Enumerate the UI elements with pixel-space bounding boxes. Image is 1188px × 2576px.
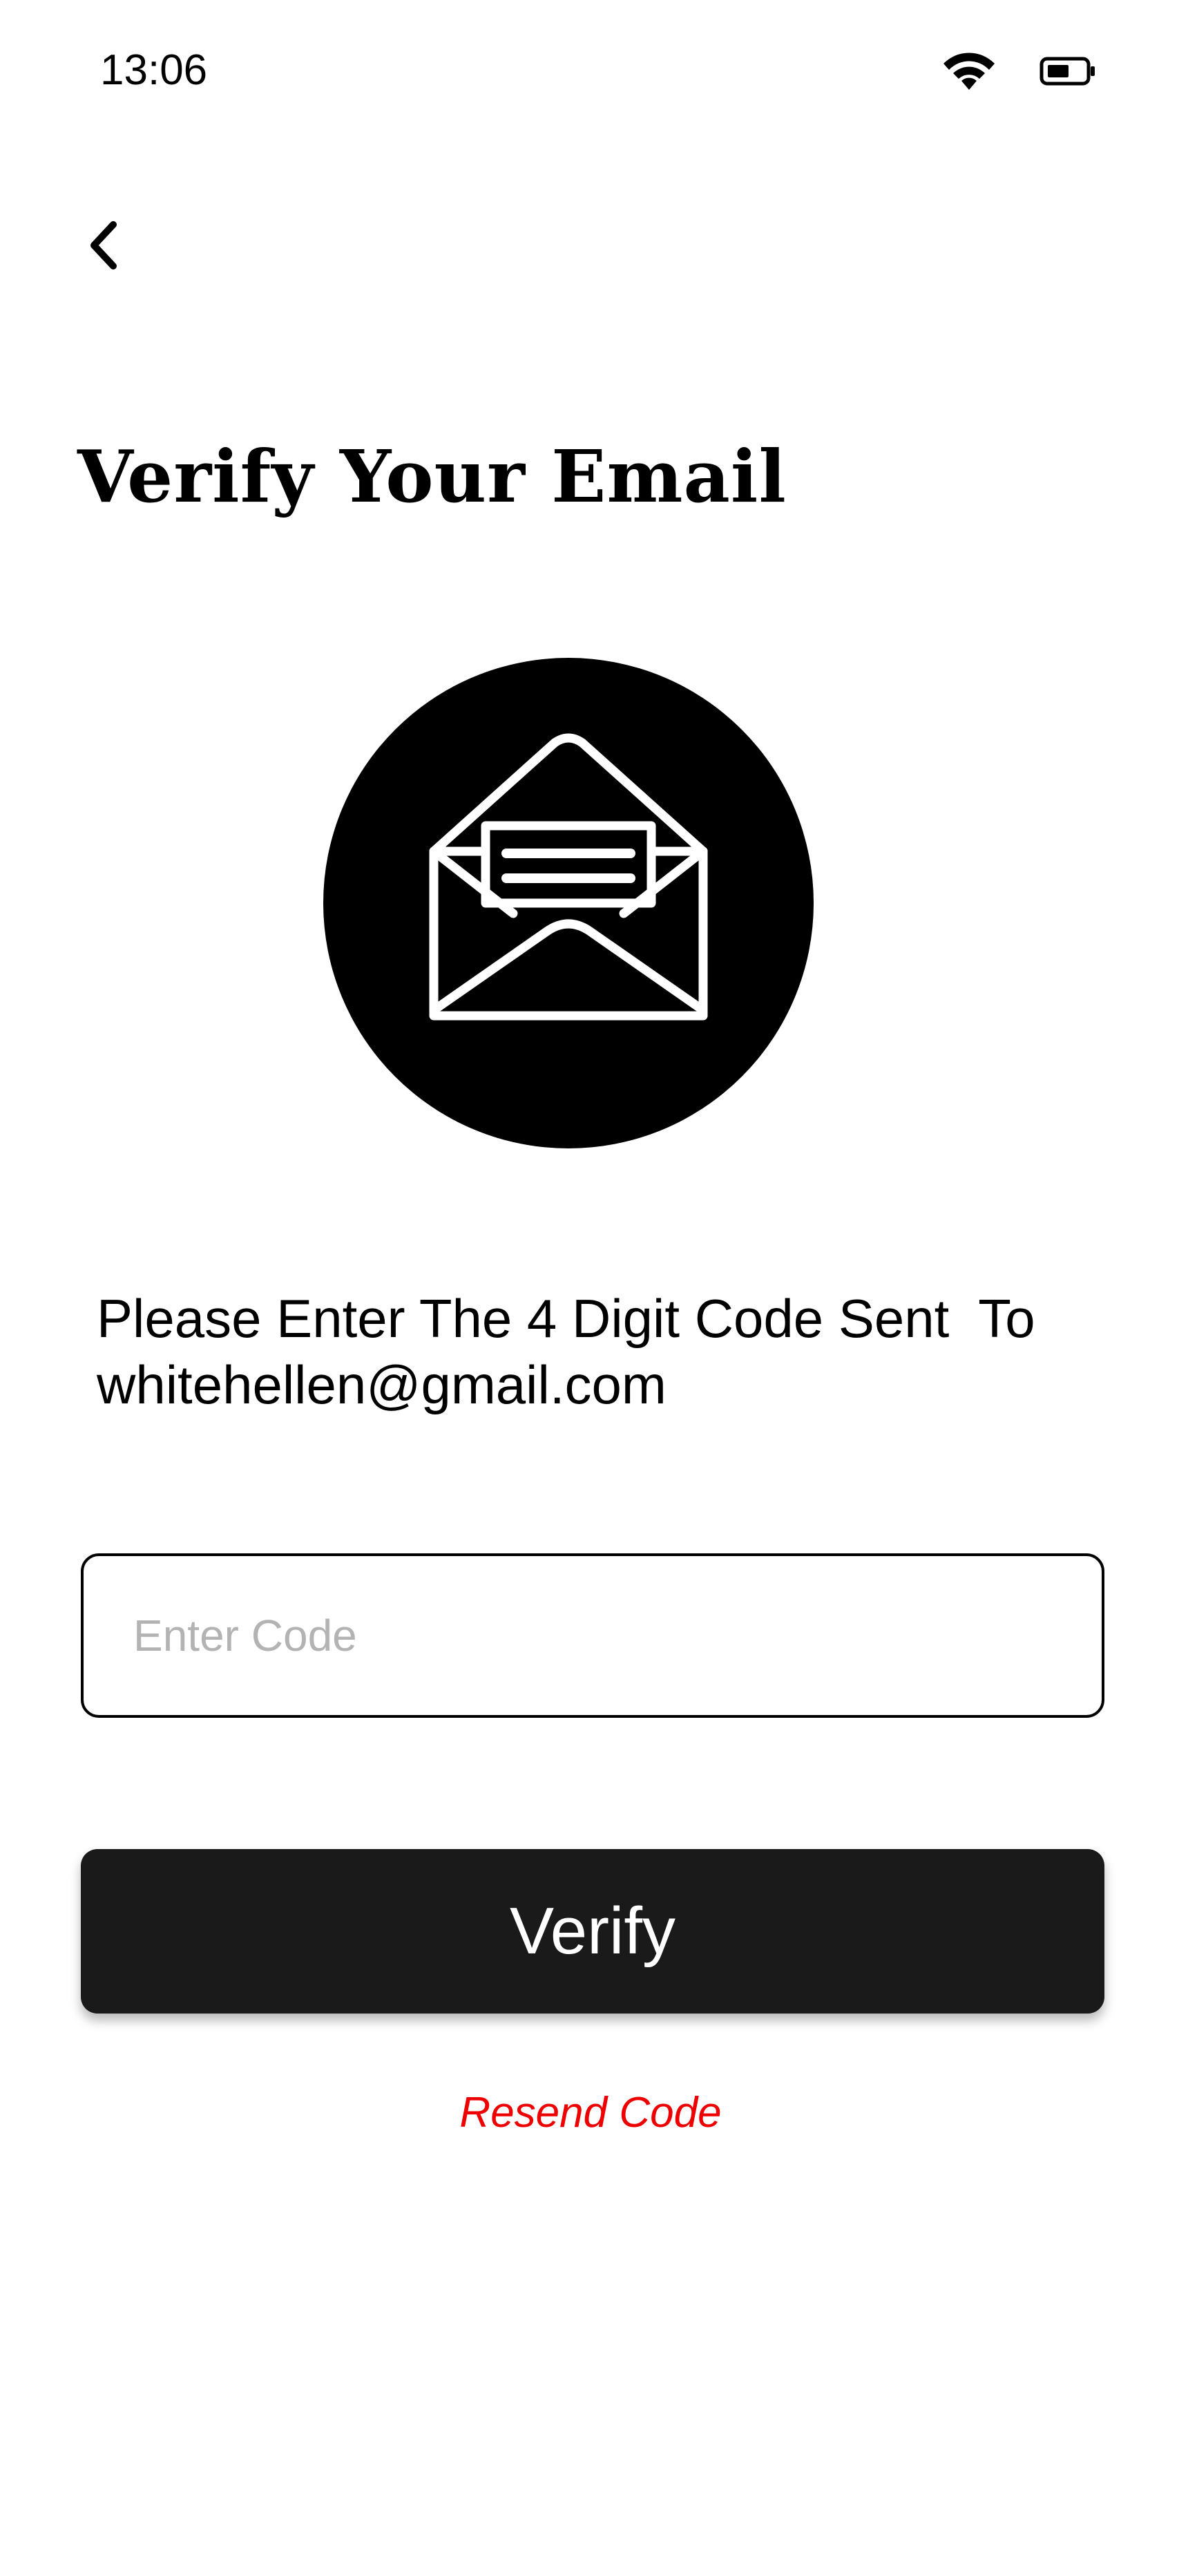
open-envelope-icon	[429, 733, 708, 1021]
resend-code-link[interactable]: Resend Code	[0, 2085, 1188, 2141]
email-address: whitehellen@gmail.com	[97, 1354, 667, 1415]
status-time: 13:06	[100, 46, 208, 94]
battery-icon	[1040, 57, 1095, 86]
instruction-text: Please Enter The 4 Digit Code Sent To wh…	[97, 1285, 1174, 1418]
email-illustration	[323, 658, 814, 1148]
verify-button-label: Verify	[509, 1894, 676, 1968]
resend-code-label: Resend Code	[459, 2089, 722, 2137]
code-input[interactable]	[81, 1553, 1104, 1718]
instruction-line: Please Enter The 4 Digit Code Sent To	[97, 1288, 1035, 1349]
status-bar: 13:06	[0, 0, 1188, 138]
verify-button[interactable]: Verify	[81, 1849, 1104, 2014]
chevron-left-icon	[90, 221, 117, 269]
wifi-icon	[943, 53, 995, 90]
back-button[interactable]	[69, 207, 138, 283]
page-title: Verify Your Email	[77, 434, 787, 519]
